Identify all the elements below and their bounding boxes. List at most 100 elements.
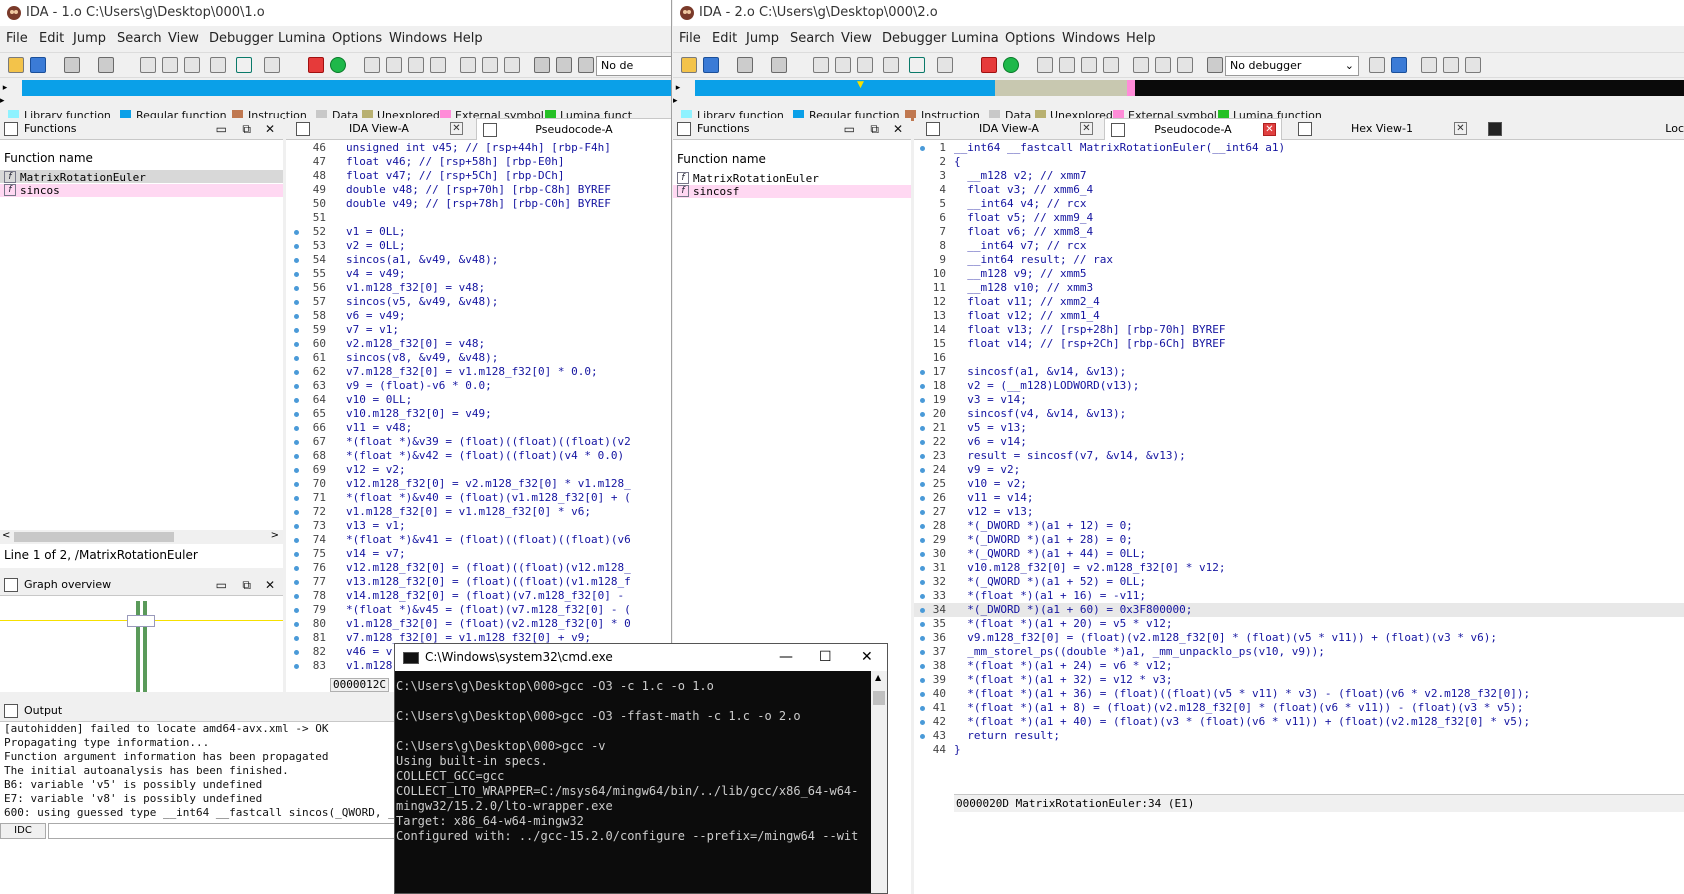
copy-icon[interactable] bbox=[1369, 57, 1385, 73]
code-line[interactable]: 64 v10 = 0LL; bbox=[286, 393, 671, 407]
play-icon[interactable] bbox=[1207, 57, 1223, 73]
breakpoint-marker-icon[interactable] bbox=[294, 426, 299, 431]
breakpoint-marker-icon[interactable] bbox=[294, 636, 299, 641]
scroll-right-icon[interactable]: > bbox=[271, 530, 279, 541]
enum-icon[interactable] bbox=[386, 57, 402, 73]
tab-close-icon[interactable]: ✕ bbox=[1454, 122, 1467, 135]
breakpoint-marker-icon[interactable] bbox=[920, 608, 925, 613]
breakpoint-marker-icon[interactable] bbox=[294, 328, 299, 333]
code-line[interactable]: 55 v4 = v49; bbox=[286, 267, 671, 281]
open-icon[interactable] bbox=[8, 57, 24, 73]
breakpoint-marker-icon[interactable] bbox=[294, 454, 299, 459]
code-line[interactable]: 34 *(_DWORD *)(a1 + 60) = 0x3F800000; bbox=[914, 603, 1684, 617]
text-icon[interactable] bbox=[835, 57, 851, 73]
breakpoint-marker-icon[interactable] bbox=[294, 356, 299, 361]
jump-icon[interactable] bbox=[909, 57, 925, 73]
navigation-band[interactable]: ▸ ▼ bbox=[673, 80, 1684, 96]
breakpoint-marker-icon[interactable] bbox=[920, 678, 925, 683]
code-line[interactable]: 51 bbox=[286, 211, 671, 225]
tab-pseudocode-a[interactable]: Pseudocode-A ✕ bbox=[1104, 118, 1282, 140]
breakpoint-marker-icon[interactable] bbox=[294, 622, 299, 627]
run-icon[interactable] bbox=[1003, 57, 1019, 73]
code-line[interactable]: 67 *(float *)&v39 = (float)((float)((floa… bbox=[286, 435, 671, 449]
function-row-matrixrotationeuler[interactable]: MatrixRotationEuler bbox=[20, 171, 146, 184]
menu-jump[interactable]: Jump bbox=[73, 31, 106, 46]
breakpoint-marker-icon[interactable] bbox=[920, 720, 925, 725]
patch-icon[interactable] bbox=[482, 57, 498, 73]
refresh-icon[interactable] bbox=[883, 57, 899, 73]
code-line[interactable]: 35 *(float *)(a1 + 20) = v5 * v12; bbox=[914, 617, 1684, 631]
cmd-console[interactable]: C:\Users\g\Desktop\000>gcc -O3 -c 1.c -o… bbox=[395, 671, 871, 893]
code-line[interactable]: 57 sincos(v5, &v49, &v48); bbox=[286, 295, 671, 309]
tab-pseudocode-a[interactable]: Pseudocode-A bbox=[476, 118, 671, 140]
breakpoint-marker-icon[interactable] bbox=[294, 300, 299, 305]
menu-file[interactable]: File bbox=[6, 31, 28, 46]
code-line[interactable]: 61 sincos(v8, &v49, &v48); bbox=[286, 351, 671, 365]
menu-lumina[interactable]: Lumina bbox=[951, 31, 999, 46]
breakpoint-marker-icon[interactable] bbox=[920, 496, 925, 501]
code-line[interactable]: 32 *(_QWORD *)(a1 + 52) = 0LL; bbox=[914, 575, 1684, 589]
code-line[interactable]: 1 __int64 __fastcall MatrixRotationEuler(… bbox=[914, 141, 1684, 155]
forward-icon[interactable] bbox=[771, 57, 787, 73]
font-icon[interactable] bbox=[937, 57, 953, 73]
menu-edit[interactable]: Edit bbox=[39, 31, 64, 46]
names-icon[interactable] bbox=[1081, 57, 1097, 73]
minimize-icon[interactable]: ▭ bbox=[844, 118, 855, 140]
code-line[interactable]: 80 v1.m128_f32[0] = (float)(v2.m128_f32[0… bbox=[286, 617, 671, 631]
breakpoint-marker-icon[interactable] bbox=[294, 272, 299, 277]
code-line[interactable]: 73 v13 = v1; bbox=[286, 519, 671, 533]
breakpoint-marker-icon[interactable] bbox=[294, 314, 299, 319]
code-line[interactable]: 42 *(float *)(a1 + 40) = (float)(v3 * (f… bbox=[914, 715, 1684, 729]
menu-view[interactable]: View bbox=[168, 31, 199, 46]
breakpoint-marker-icon[interactable] bbox=[294, 510, 299, 515]
breakpoint-marker-icon[interactable] bbox=[920, 468, 925, 473]
tab-ida-view-a[interactable]: IDA View-A ✕ bbox=[290, 118, 468, 140]
code-line[interactable]: 26 v11 = v14; bbox=[914, 491, 1684, 505]
tab-hex-view-1[interactable]: Hex View-1 ✕ bbox=[1292, 118, 1472, 140]
breakpoint-marker-icon[interactable] bbox=[920, 398, 925, 403]
code-line[interactable]: 50 double v49; // [rsp+78h] [rbp-C0h] BYR… bbox=[286, 197, 671, 211]
code-line[interactable]: 12 float v11; // xmm2_4 bbox=[914, 295, 1684, 309]
code-line[interactable]: 52 v1 = 0LL; bbox=[286, 225, 671, 239]
breakpoint-marker-icon[interactable] bbox=[294, 650, 299, 655]
code-line[interactable]: 33 *(float *)(a1 + 16) = -v11; bbox=[914, 589, 1684, 603]
graph-icon[interactable] bbox=[857, 57, 873, 73]
code-line[interactable]: 10 __m128 v9; // xmm5 bbox=[914, 267, 1684, 281]
options-icon[interactable] bbox=[1443, 57, 1459, 73]
title-bar[interactable]: IDA - 1.o C:\Users\g\Desktop\000\1.o bbox=[0, 0, 671, 26]
code-line[interactable]: 14 float v13; // [rsp+28h] [rbp-70h] BYR… bbox=[914, 323, 1684, 337]
idc-button[interactable]: IDC bbox=[0, 823, 46, 839]
code-line[interactable]: 24 v9 = v2; bbox=[914, 463, 1684, 477]
pause-icon[interactable] bbox=[556, 57, 572, 73]
close-icon[interactable]: ✕ bbox=[893, 118, 903, 140]
segments-icon[interactable] bbox=[460, 57, 476, 73]
nav-left-icon[interactable]: ▸ bbox=[0, 80, 10, 96]
breakpoint-marker-icon[interactable] bbox=[920, 594, 925, 599]
menu-view[interactable]: View bbox=[841, 31, 872, 46]
hex-icon[interactable] bbox=[813, 57, 829, 73]
function-row-matrixrotationeuler[interactable]: MatrixRotationEuler bbox=[693, 172, 819, 185]
breakpoint-marker-icon[interactable] bbox=[920, 650, 925, 655]
breakpoint-marker-icon[interactable] bbox=[294, 524, 299, 529]
code-line[interactable]: 49 double v48; // [rsp+70h] [rbp-C8h] BYR… bbox=[286, 183, 671, 197]
save-icon[interactable] bbox=[30, 57, 46, 73]
code-line[interactable]: 2{ bbox=[914, 155, 1684, 169]
breakpoint-marker-icon[interactable] bbox=[920, 538, 925, 543]
breakpoint-marker-icon[interactable] bbox=[294, 384, 299, 389]
code-line[interactable]: 48 float v47; // [rsp+5Ch] [rbp-DCh] bbox=[286, 169, 671, 183]
breakpoint-marker-icon[interactable] bbox=[920, 580, 925, 585]
code-line[interactable]: 39 *(float *)(a1 + 32) = v12 * v3; bbox=[914, 673, 1684, 687]
debugger-select[interactable]: No de bbox=[596, 56, 671, 76]
code-line[interactable]: 59 v7 = v1; bbox=[286, 323, 671, 337]
text-icon[interactable] bbox=[162, 57, 178, 73]
code-line[interactable]: 16 bbox=[914, 351, 1684, 365]
code-line[interactable]: 23 result = sincosf(v7, &v14, &v13); bbox=[914, 449, 1684, 463]
play-icon[interactable] bbox=[534, 57, 550, 73]
menu-help[interactable]: Help bbox=[1126, 31, 1156, 46]
code-line[interactable]: 27 v12 = v13; bbox=[914, 505, 1684, 519]
code-line[interactable]: 21 v5 = v13; bbox=[914, 421, 1684, 435]
settings-icon[interactable] bbox=[1465, 57, 1481, 73]
breakpoint-marker-icon[interactable] bbox=[294, 552, 299, 557]
breakpoint-marker-icon[interactable] bbox=[920, 426, 925, 431]
code-line[interactable]: 60 v2.m128_f32[0] = v48; bbox=[286, 337, 671, 351]
